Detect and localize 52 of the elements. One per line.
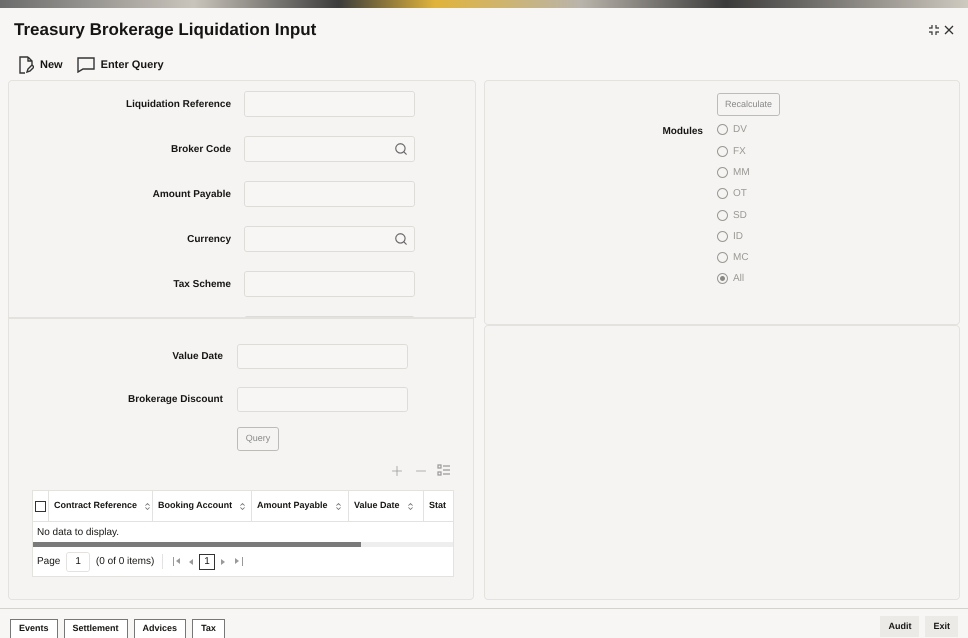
search-icon (394, 232, 408, 246)
input-field[interactable] (244, 91, 415, 117)
sort-icon[interactable] (143, 502, 152, 510)
search-field[interactable] (244, 136, 415, 162)
field-label: Currency (186, 232, 231, 246)
item-count: (0 of 0 items) (96, 554, 164, 569)
column-header[interactable]: Contract Reference (54, 499, 138, 513)
new-button[interactable]: New (18, 56, 63, 74)
window-title: Treasury Brokerage Liquidation Input (14, 19, 316, 42)
add-icon[interactable] (389, 463, 405, 479)
tab-button[interactable]: Tax (192, 619, 225, 638)
tab-button[interactable]: Advices (134, 619, 186, 638)
sort-icon[interactable] (334, 502, 343, 510)
sort-icon[interactable] (406, 502, 415, 510)
field-label: Amount Payable (152, 188, 231, 202)
scrollbar-thumb[interactable] (33, 542, 361, 547)
input-field[interactable] (237, 344, 408, 369)
input-field[interactable] (237, 387, 408, 412)
exit-button[interactable]: Exit (925, 616, 958, 637)
column-header[interactable]: Amount Payable (257, 499, 328, 513)
enter-query-button[interactable]: Enter Query (76, 56, 164, 74)
field-label: Brokerage Discount (126, 393, 223, 407)
empty-message: No data to display. (37, 526, 120, 540)
column-header[interactable]: Booking Account (158, 499, 232, 513)
page-field[interactable]: 1 (66, 552, 90, 572)
search-field[interactable] (244, 226, 415, 252)
last-page-icon[interactable] (234, 557, 243, 566)
current-page-button[interactable]: 1 (199, 554, 215, 570)
audit-button[interactable]: Audit (880, 616, 920, 637)
new-document-icon (18, 56, 34, 74)
comment-icon (76, 57, 95, 73)
field-label: Value Date (171, 350, 223, 364)
column-header[interactable]: Value Date (354, 499, 400, 513)
field-label: Broker Code (170, 142, 231, 156)
horizontal-scrollbar[interactable] (33, 542, 453, 547)
close-icon[interactable] (944, 25, 954, 35)
search-icon (394, 142, 408, 156)
modules-label: Modules (661, 125, 703, 140)
previous-page-icon[interactable] (189, 558, 194, 564)
next-page-icon[interactable] (220, 558, 225, 564)
sort-icon[interactable] (238, 502, 248, 510)
field-label: Liquidation Reference (124, 98, 231, 112)
input-field[interactable] (244, 271, 415, 297)
field-label: Tax Scheme (172, 278, 231, 292)
tab-button[interactable]: Events (10, 619, 58, 638)
checkbox[interactable] (35, 500, 46, 512)
column-list-icon[interactable] (437, 463, 451, 477)
input-field[interactable] (244, 181, 415, 207)
collapse-icon[interactable] (928, 24, 940, 36)
page-label: Page (37, 555, 60, 569)
tab-button[interactable]: Settlement (64, 619, 128, 638)
column-header[interactable]: Stat (429, 499, 446, 513)
